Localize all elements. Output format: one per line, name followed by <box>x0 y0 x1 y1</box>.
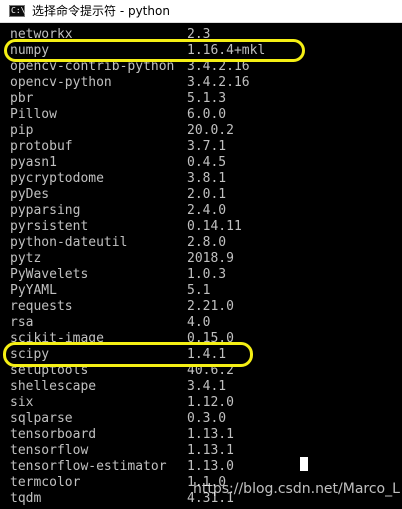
package-name: tensorflow <box>10 443 89 458</box>
package-version: 1.13.1 <box>187 443 234 458</box>
package-row: Pillow 6.0.0 <box>10 107 390 123</box>
package-name: PyYAML <box>10 283 57 298</box>
package-version: 3.4.2.16 <box>187 75 250 90</box>
package-version: 2018.9 <box>187 251 234 266</box>
title-bar[interactable]: C:\ 选择命令提示符 - python <box>0 0 402 23</box>
numpy-highlight-circle <box>4 39 305 62</box>
package-name: tqdm <box>10 491 42 506</box>
package-row: pbr 5.1.3 <box>10 91 390 107</box>
package-version: 2.21.0 <box>187 299 234 314</box>
package-version: 3.7.1 <box>187 139 227 154</box>
package-version: 1.13.1 <box>187 427 234 442</box>
package-row: PyWavelets 1.0.3 <box>10 267 390 283</box>
console-output[interactable]: networkx 2.3 numpy 1.16.4+mkl opencv-contrib… <box>0 23 402 509</box>
package-version: 2.4.0 <box>187 203 227 218</box>
package-row: pytz 2018.9 <box>10 251 390 267</box>
package-row: sqlparse 0.3.0 <box>10 411 390 427</box>
package-name: pyDes <box>10 187 50 202</box>
package-version: 6.0.0 <box>187 107 227 122</box>
package-version: 2.0.1 <box>187 187 227 202</box>
text-cursor <box>300 457 308 471</box>
package-row: tensorflow 1.13.1 <box>10 443 390 459</box>
scipy-highlight-circle <box>3 342 253 367</box>
window-title: 选择命令提示符 - python <box>32 4 170 18</box>
package-row: opencv-python 3.4.2.16 <box>10 75 390 91</box>
package-row: PyYAML 5.1 <box>10 283 390 299</box>
package-name: pyasn1 <box>10 155 57 170</box>
console-app-icon: C:\ <box>9 5 25 17</box>
package-row: pyrsistent 0.14.11 <box>10 219 390 235</box>
package-version: 2.8.0 <box>187 235 227 250</box>
package-version: 0.3.0 <box>187 411 227 426</box>
package-version: 1.13.0 <box>187 459 234 474</box>
package-row: six 1.12.0 <box>10 395 390 411</box>
package-row: pycryptodome 3.8.1 <box>10 171 390 187</box>
package-version: 5.1.3 <box>187 91 227 106</box>
package-name: pycryptodome <box>10 171 104 186</box>
package-name: rsa <box>10 315 34 330</box>
package-name: pip <box>10 123 34 138</box>
package-row: rsa 4.0 <box>10 315 390 331</box>
package-name: pyparsing <box>10 203 81 218</box>
package-name: six <box>10 395 34 410</box>
package-row: pip 20.0.2 <box>10 123 390 139</box>
package-version: 0.4.5 <box>187 155 227 170</box>
package-name: opencv-python <box>10 75 112 90</box>
command-prompt-window: C:\ 选择命令提示符 - python networkx 2.3 numpy 1.1… <box>0 0 402 509</box>
package-version: 3.8.1 <box>187 171 227 186</box>
package-name: pytz <box>10 251 42 266</box>
package-row: pyparsing 2.4.0 <box>10 203 390 219</box>
package-version: 1.0.3 <box>187 267 227 282</box>
package-name: Pillow <box>10 107 57 122</box>
package-name: tensorboard <box>10 427 97 442</box>
package-version: 20.0.2 <box>187 123 234 138</box>
package-version: 1.12.0 <box>187 395 234 410</box>
package-name: pbr <box>10 91 34 106</box>
package-row: shellescape 3.4.1 <box>10 379 390 395</box>
package-name: requests <box>10 299 73 314</box>
package-name: PyWavelets <box>10 267 89 282</box>
watermark: https://blog.csdn.net/Marco_L <box>193 481 400 497</box>
package-name: termcolor <box>10 475 81 490</box>
package-name: pyrsistent <box>10 219 89 234</box>
package-version: 0.14.11 <box>187 219 242 234</box>
package-row: tensorboard 1.13.1 <box>10 427 390 443</box>
package-name: tensorflow-estimator <box>10 459 167 474</box>
package-row: protobuf 3.7.1 <box>10 139 390 155</box>
package-version: 3.4.1 <box>187 379 227 394</box>
package-name: shellescape <box>10 379 97 394</box>
package-version: 5.1 <box>187 283 211 298</box>
package-name: protobuf <box>10 139 73 154</box>
package-row: tensorflow-estimator 1.13.0 <box>10 459 390 475</box>
package-row: pyasn1 0.4.5 <box>10 155 390 171</box>
package-version: 4.0 <box>187 315 211 330</box>
package-row: pyDes 2.0.1 <box>10 187 390 203</box>
package-name: python-dateutil <box>10 235 128 250</box>
console-icon-label: C:\ <box>11 6 26 15</box>
package-row: requests 2.21.0 <box>10 299 390 315</box>
package-name: sqlparse <box>10 411 73 426</box>
package-row: python-dateutil 2.8.0 <box>10 235 390 251</box>
